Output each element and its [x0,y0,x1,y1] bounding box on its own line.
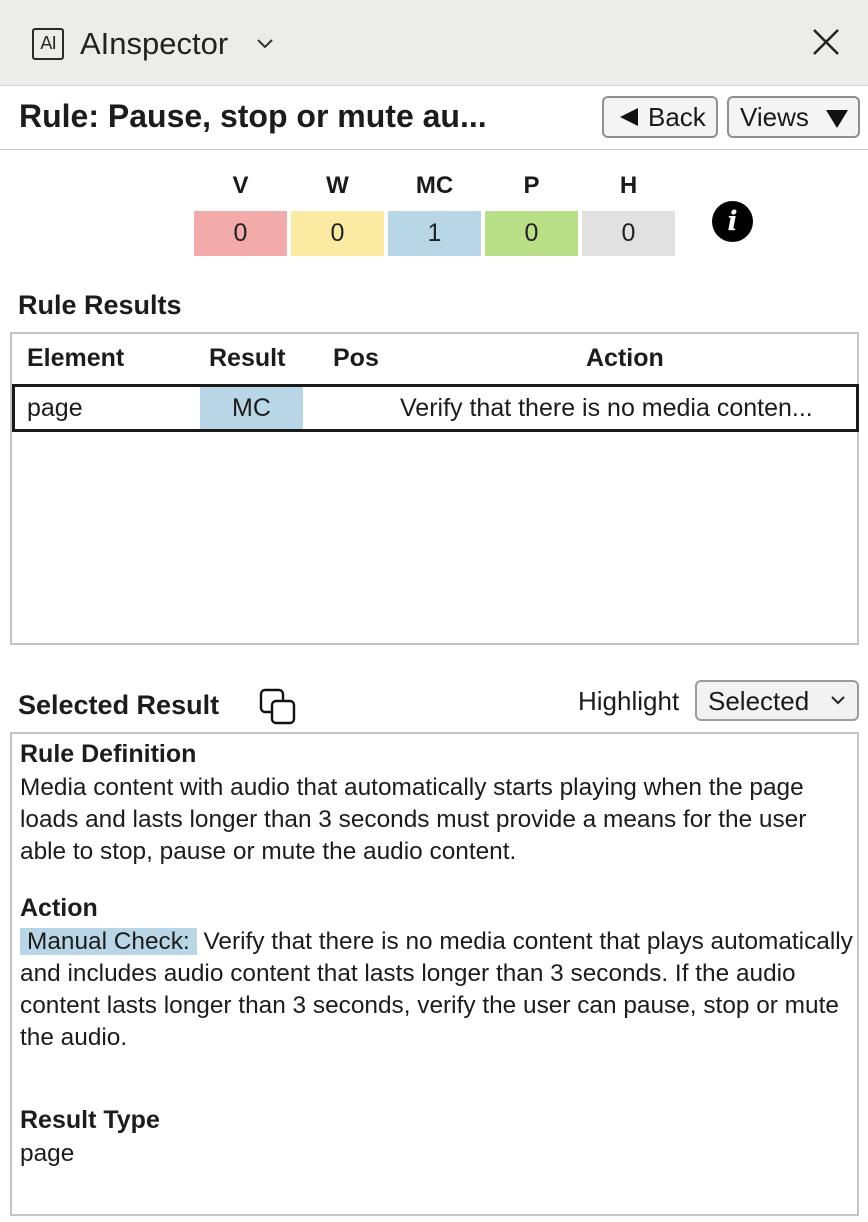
rule-results-table[interactable]: Element Result Pos Action page MC Verify… [10,332,859,645]
summary-count: 1 [388,211,481,256]
cell-result-badge: MC [200,387,303,429]
rule-definition-text: Media content with audio that automatica… [20,774,807,865]
views-button-label: Views [740,102,809,132]
rule-definition-heading: Rule Definition [20,740,197,768]
column-header-element[interactable]: Element [27,344,124,373]
highlight-label: Highlight [578,686,680,716]
app-title[interactable]: AInspector [80,26,228,62]
summary-hidden: H 0 [582,172,675,256]
column-header-action[interactable]: Action [586,344,664,373]
summary-label: W [326,172,349,199]
back-button-label: Back [648,102,706,132]
back-button[interactable]: Back [602,96,718,138]
summary-violations: V 0 [194,172,287,256]
info-icon[interactable]: i [712,201,753,242]
column-header-result[interactable]: Result [209,344,285,373]
sidebar-titlebar: AI AInspector [0,0,868,86]
summary-count: 0 [485,211,578,256]
ainspector-logo-icon: AI [32,28,64,60]
summary-warnings: W 0 [291,172,384,256]
summary-passed: P 0 [485,172,578,256]
summary-count: 0 [582,211,675,256]
cell-element: page [27,394,83,422]
triangle-left-icon [620,108,638,126]
manual-check-tag: Manual Check: [20,928,197,955]
page-title: Rule: Pause, stop or mute au... [19,98,487,134]
triangle-down-icon [826,110,848,128]
summary-manual-checks: MC 1 [388,172,481,256]
cell-action: Verify that there is no media conten... [400,394,813,422]
chevron-down-icon[interactable] [254,32,276,54]
column-header-pos[interactable]: Pos [333,344,379,373]
action-text-block: Manual Check: Verify that there is no me… [20,926,854,1054]
summary-label: V [232,172,249,199]
summary-count: 0 [194,211,287,256]
table-row[interactable]: page MC Verify that there is no media co… [12,384,859,432]
summary-label: H [619,172,638,199]
highlight-select-value: Selected [708,686,810,716]
result-type-value: page [20,1140,75,1167]
summary-count: 0 [291,211,384,256]
action-heading: Action [20,894,98,922]
rule-results-heading: Rule Results [18,290,182,320]
selected-result-heading: Selected Result [18,690,220,720]
summary-label: P [523,172,540,199]
result-type-heading: Result Type [20,1106,160,1134]
views-menu-button[interactable]: Views [727,96,860,138]
chevron-down-icon [831,696,845,705]
summary-label: MC [415,172,454,199]
selected-result-details[interactable]: Rule Definition Media content with audio… [10,732,859,1216]
result-summary: V 0 W 0 MC 1 P 0 H 0 i [0,150,868,290]
rule-header: Rule: Pause, stop or mute au... Back Vie… [0,86,868,150]
highlight-select[interactable]: Selected [695,680,859,721]
copy-icon[interactable] [258,687,298,727]
cell-pos [315,387,375,429]
close-icon[interactable] [808,24,844,60]
